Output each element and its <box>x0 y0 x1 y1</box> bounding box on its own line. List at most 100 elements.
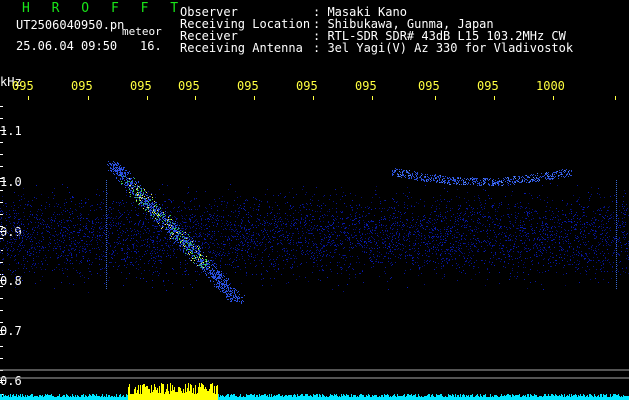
noise-pixel <box>193 231 194 232</box>
noise-pixel <box>349 266 350 267</box>
noise-pixel <box>355 195 356 196</box>
noise-pixel <box>80 246 81 247</box>
noise-pixel <box>606 243 607 244</box>
noise-pixel <box>224 201 225 202</box>
noise-pixel <box>472 230 473 231</box>
noise-pixel <box>63 210 64 211</box>
noise-pixel <box>438 250 439 251</box>
noise-pixel <box>18 231 19 232</box>
noise-pixel <box>519 235 520 236</box>
noise-pixel <box>356 246 357 247</box>
noise-pixel <box>70 263 71 264</box>
noise-pixel <box>353 229 354 230</box>
noise-pixel <box>109 262 110 263</box>
noise-pixel <box>130 228 131 229</box>
noise-pixel <box>289 243 290 244</box>
noise-pixel <box>509 240 510 241</box>
noise-pixel <box>364 251 365 252</box>
noise-pixel <box>212 231 213 232</box>
noise-pixel <box>496 259 497 260</box>
noise-pixel <box>214 272 215 273</box>
noise-pixel <box>536 254 537 255</box>
noise-pixel <box>17 226 18 227</box>
noise-pixel <box>146 253 147 254</box>
noise-pixel <box>1 274 2 275</box>
noise-pixel <box>405 256 406 257</box>
noise-pixel <box>346 235 347 236</box>
noise-pixel <box>604 253 605 254</box>
noise-pixel <box>323 246 324 247</box>
noise-pixel <box>173 239 174 240</box>
noise-pixel <box>182 226 183 227</box>
noise-pixel <box>348 238 349 239</box>
noise-pixel <box>485 216 486 217</box>
noise-pixel <box>229 245 230 246</box>
noise-pixel <box>605 258 606 259</box>
noise-pixel <box>262 257 263 258</box>
noise-pixel <box>625 222 626 223</box>
noise-pixel <box>28 201 29 202</box>
noise-pixel <box>446 249 447 250</box>
noise-pixel <box>594 223 595 224</box>
noise-pixel <box>16 230 17 231</box>
noise-pixel <box>602 261 603 262</box>
noise-pixel <box>0 241 1 242</box>
noise-pixel <box>108 266 109 267</box>
noise-pixel <box>290 244 291 245</box>
noise-pixel <box>430 218 431 219</box>
noise-pixel <box>250 215 251 216</box>
noise-pixel <box>557 185 558 186</box>
noise-pixel <box>76 254 77 255</box>
noise-pixel <box>598 260 599 261</box>
noise-pixel <box>85 203 86 204</box>
noise-pixel <box>610 196 611 197</box>
noise-pixel <box>180 223 181 224</box>
noise-pixel <box>456 247 457 248</box>
noise-pixel <box>600 269 601 270</box>
noise-pixel <box>259 235 260 236</box>
noise-pixel <box>393 254 394 255</box>
noise-pixel <box>584 244 585 245</box>
noise-pixel <box>62 268 63 269</box>
noise-pixel <box>360 217 361 218</box>
noise-pixel <box>421 235 422 236</box>
noise-pixel <box>464 225 465 226</box>
noise-pixel <box>414 251 415 252</box>
noise-pixel <box>113 251 114 252</box>
noise-pixel <box>577 269 578 270</box>
noise-pixel <box>285 213 286 214</box>
noise-pixel <box>415 243 416 244</box>
noise-pixel <box>253 235 254 236</box>
noise-pixel <box>485 203 486 204</box>
noise-pixel <box>248 220 249 221</box>
noise-pixel <box>34 247 35 248</box>
noise-pixel <box>2 236 3 237</box>
noise-pixel <box>469 226 470 227</box>
noise-pixel <box>2 196 3 197</box>
y-tick-mark <box>0 142 3 143</box>
noise-pixel <box>208 248 209 249</box>
noise-pixel <box>83 236 84 237</box>
noise-pixel <box>411 225 412 226</box>
noise-pixel <box>360 273 361 274</box>
noise-pixel <box>28 236 29 237</box>
noise-pixel <box>0 239 1 240</box>
noise-pixel <box>426 222 427 223</box>
noise-pixel <box>468 244 469 245</box>
noise-pixel <box>239 249 240 250</box>
noise-pixel <box>411 255 412 256</box>
noise-pixel <box>125 260 126 261</box>
noise-pixel <box>9 210 10 211</box>
noise-pixel <box>220 236 221 237</box>
noise-pixel <box>328 228 329 229</box>
noise-pixel <box>625 251 626 252</box>
noise-pixel <box>450 243 451 244</box>
noise-pixel <box>410 232 411 233</box>
noise-pixel <box>28 223 29 224</box>
noise-pixel <box>3 248 4 249</box>
noise-pixel <box>460 217 461 218</box>
noise-pixel <box>425 229 426 230</box>
noise-pixel <box>120 223 121 224</box>
noise-pixel <box>227 240 228 241</box>
noise-pixel <box>212 222 213 223</box>
